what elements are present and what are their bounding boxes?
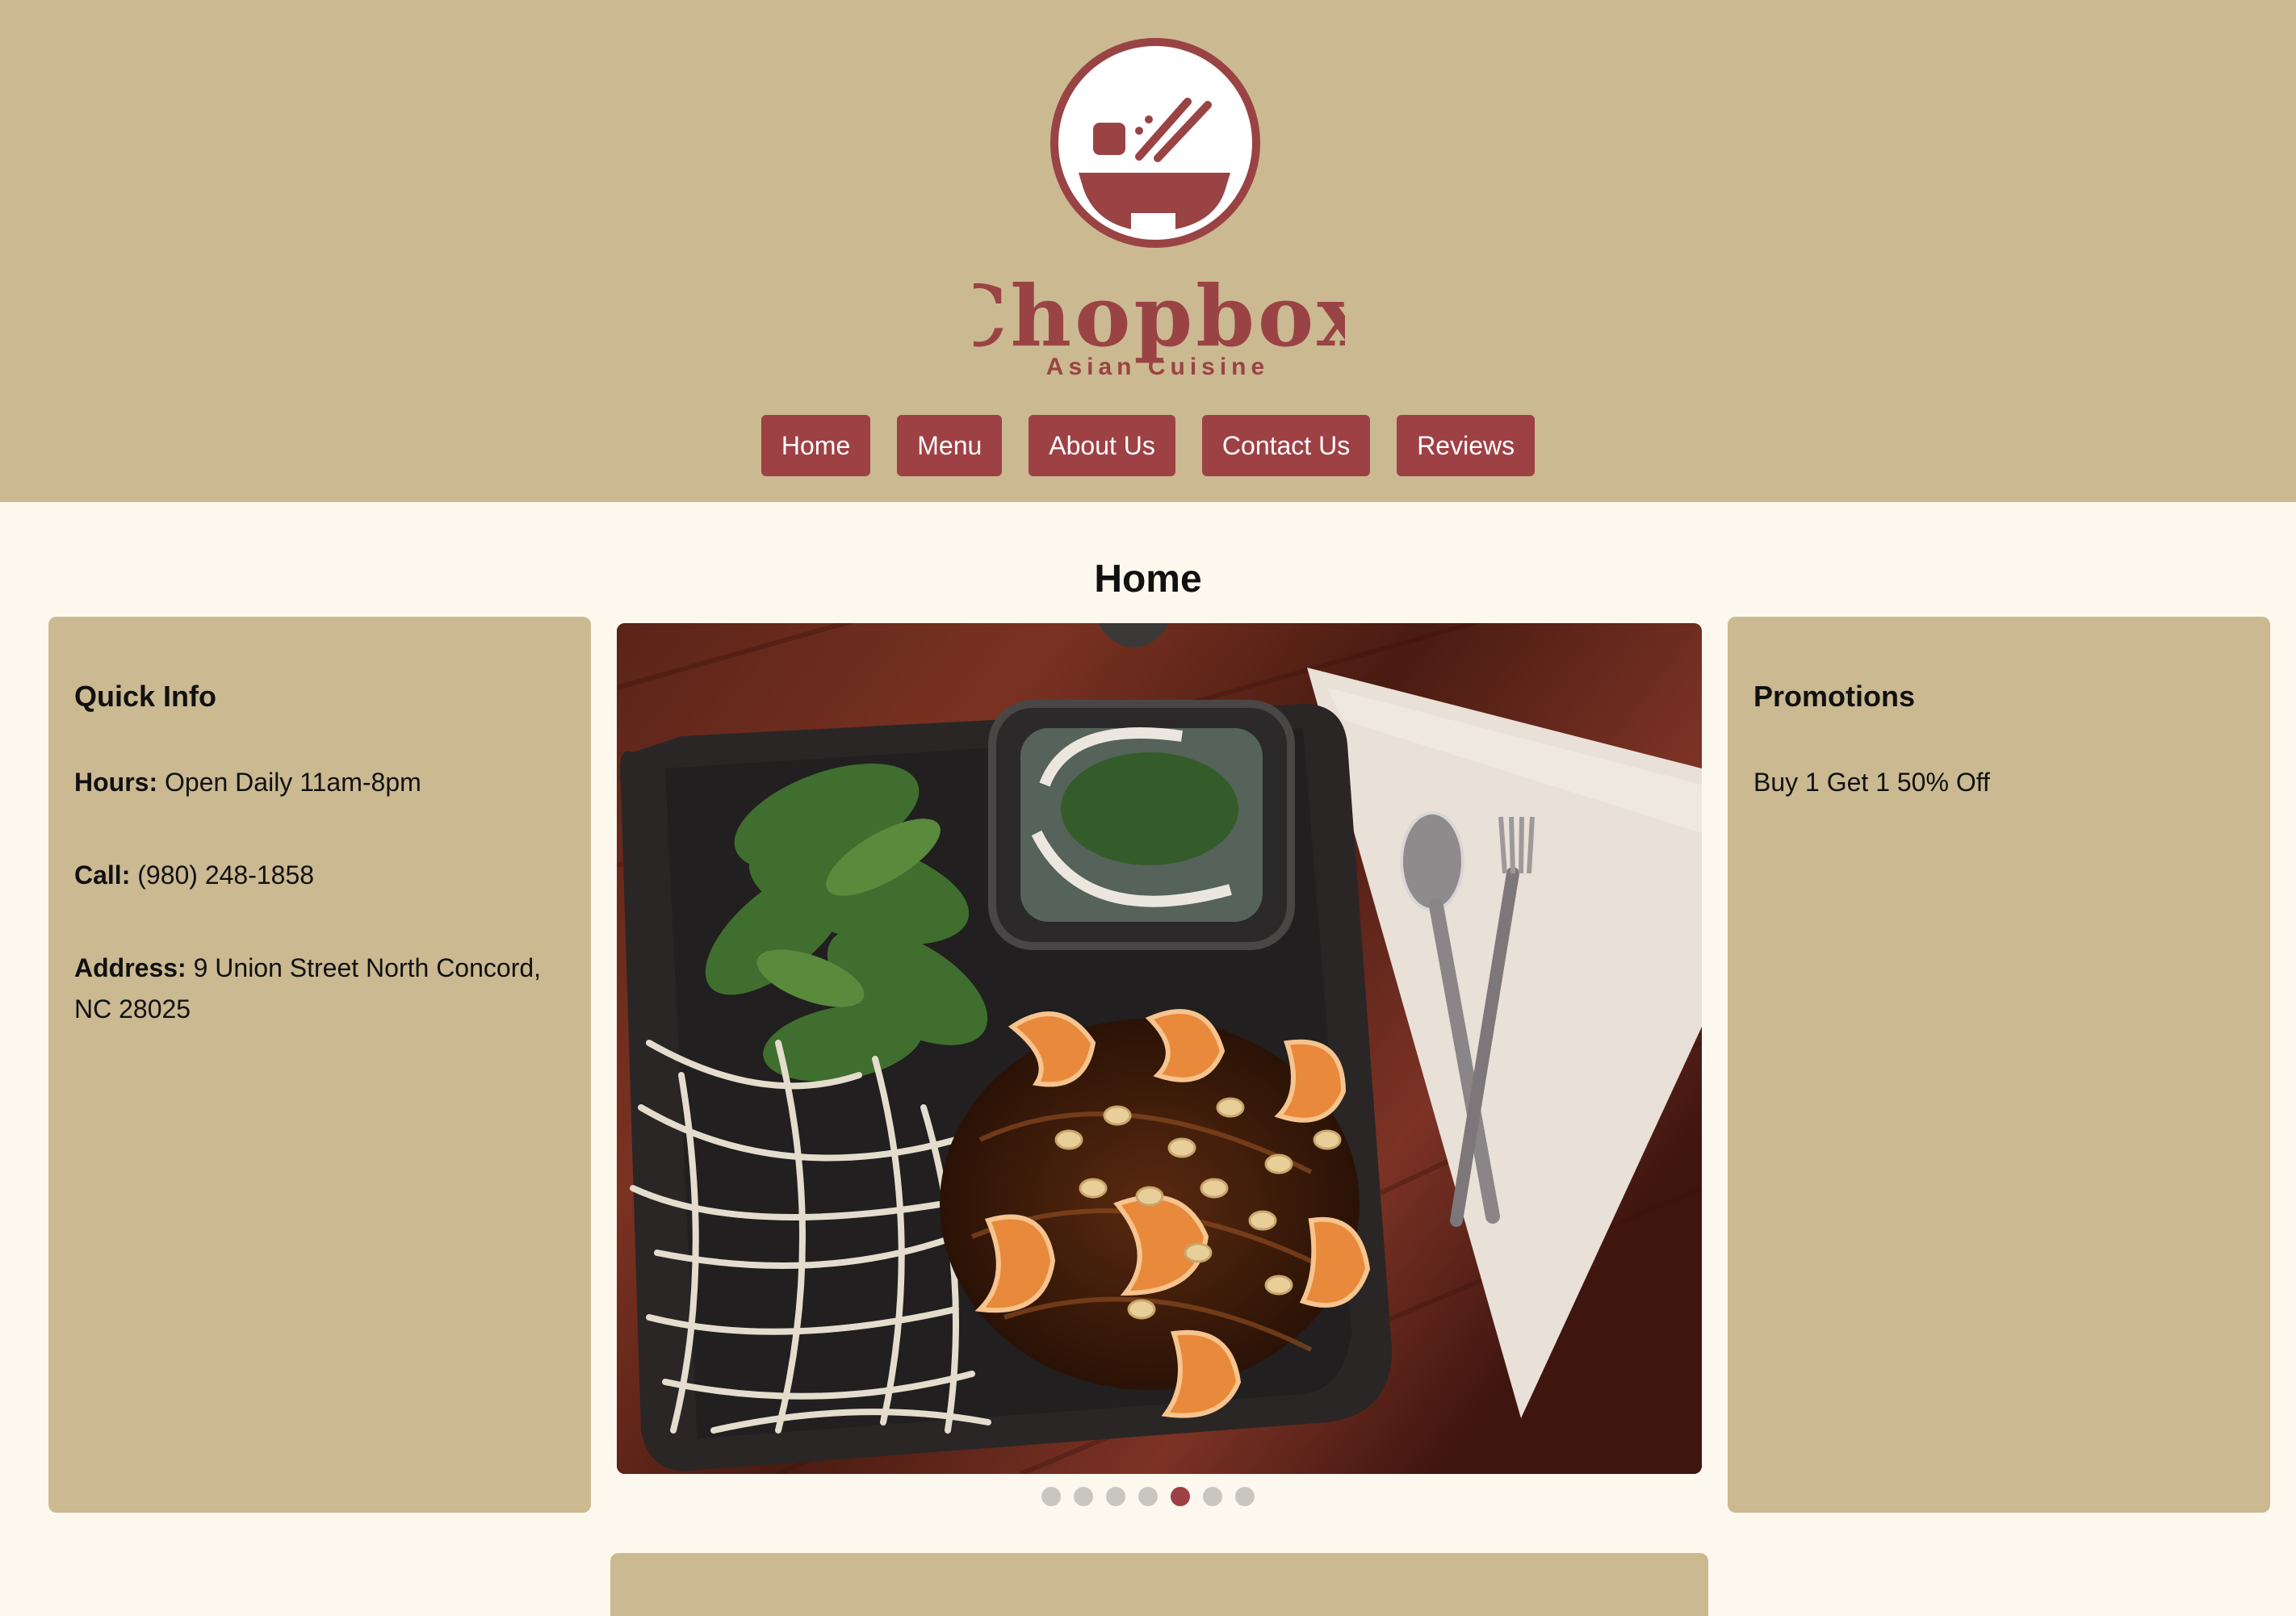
nav-about-us-button[interactable]: About Us — [1029, 415, 1175, 476]
carousel-dot-4[interactable] — [1138, 1487, 1158, 1506]
nav-menu-button[interactable]: Menu — [897, 415, 1003, 476]
quick-info-heading: Quick Info — [74, 680, 217, 713]
promotion-text: Buy 1 Get 1 50% Off — [1753, 768, 1990, 797]
site-header: Chopbox Asian Cuisine Home Menu About Us… — [0, 0, 2296, 502]
nav-contact-us-button[interactable]: Contact Us — [1201, 415, 1371, 476]
nav-reviews-button[interactable]: Reviews — [1397, 415, 1536, 476]
hours-label: Hours: — [74, 768, 158, 797]
quick-info-panel: Quick Info Hours: Open Daily 11am-8pm Ca… — [48, 617, 591, 1513]
promotions-heading: Promotions — [1753, 680, 1916, 713]
address-info: Address: 9 Union Street North Concord, N… — [74, 948, 565, 1030]
carousel-dot-5-active[interactable] — [1171, 1487, 1190, 1506]
page-title: Home — [1094, 558, 1202, 601]
hours-value: Open Daily 11am-8pm — [157, 768, 421, 797]
carousel-dot-1[interactable] — [1041, 1487, 1061, 1506]
promotions-panel: Promotions Buy 1 Get 1 50% Off — [1728, 617, 2270, 1513]
hours-info: Hours: Open Daily 11am-8pm — [74, 762, 565, 803]
food-photo — [617, 623, 1702, 1474]
image-carousel[interactable] — [617, 623, 1702, 1474]
phone-number: (980) 248-1858 — [130, 860, 315, 890]
call-info: Call: (980) 248-1858 — [74, 855, 565, 896]
carousel-dot-2[interactable] — [1074, 1487, 1093, 1506]
bottom-content-panel — [610, 1553, 1708, 1616]
svg-text:Asian Cuisine: Asian Cuisine — [1046, 354, 1269, 380]
carousel-dot-3[interactable] — [1106, 1487, 1125, 1506]
main-nav: Home Menu About Us Contact Us Reviews — [0, 415, 2296, 476]
svg-text:Chopbox: Chopbox — [974, 266, 1345, 366]
address-label: Address: — [74, 953, 186, 982]
nav-home-button[interactable]: Home — [760, 415, 871, 476]
carousel-dot-7[interactable] — [1235, 1487, 1255, 1506]
carousel-dot-6[interactable] — [1203, 1487, 1222, 1506]
call-label: Call: — [74, 860, 131, 890]
chopbox-logo[interactable]: Chopbox Asian Cuisine — [974, 36, 1345, 383]
